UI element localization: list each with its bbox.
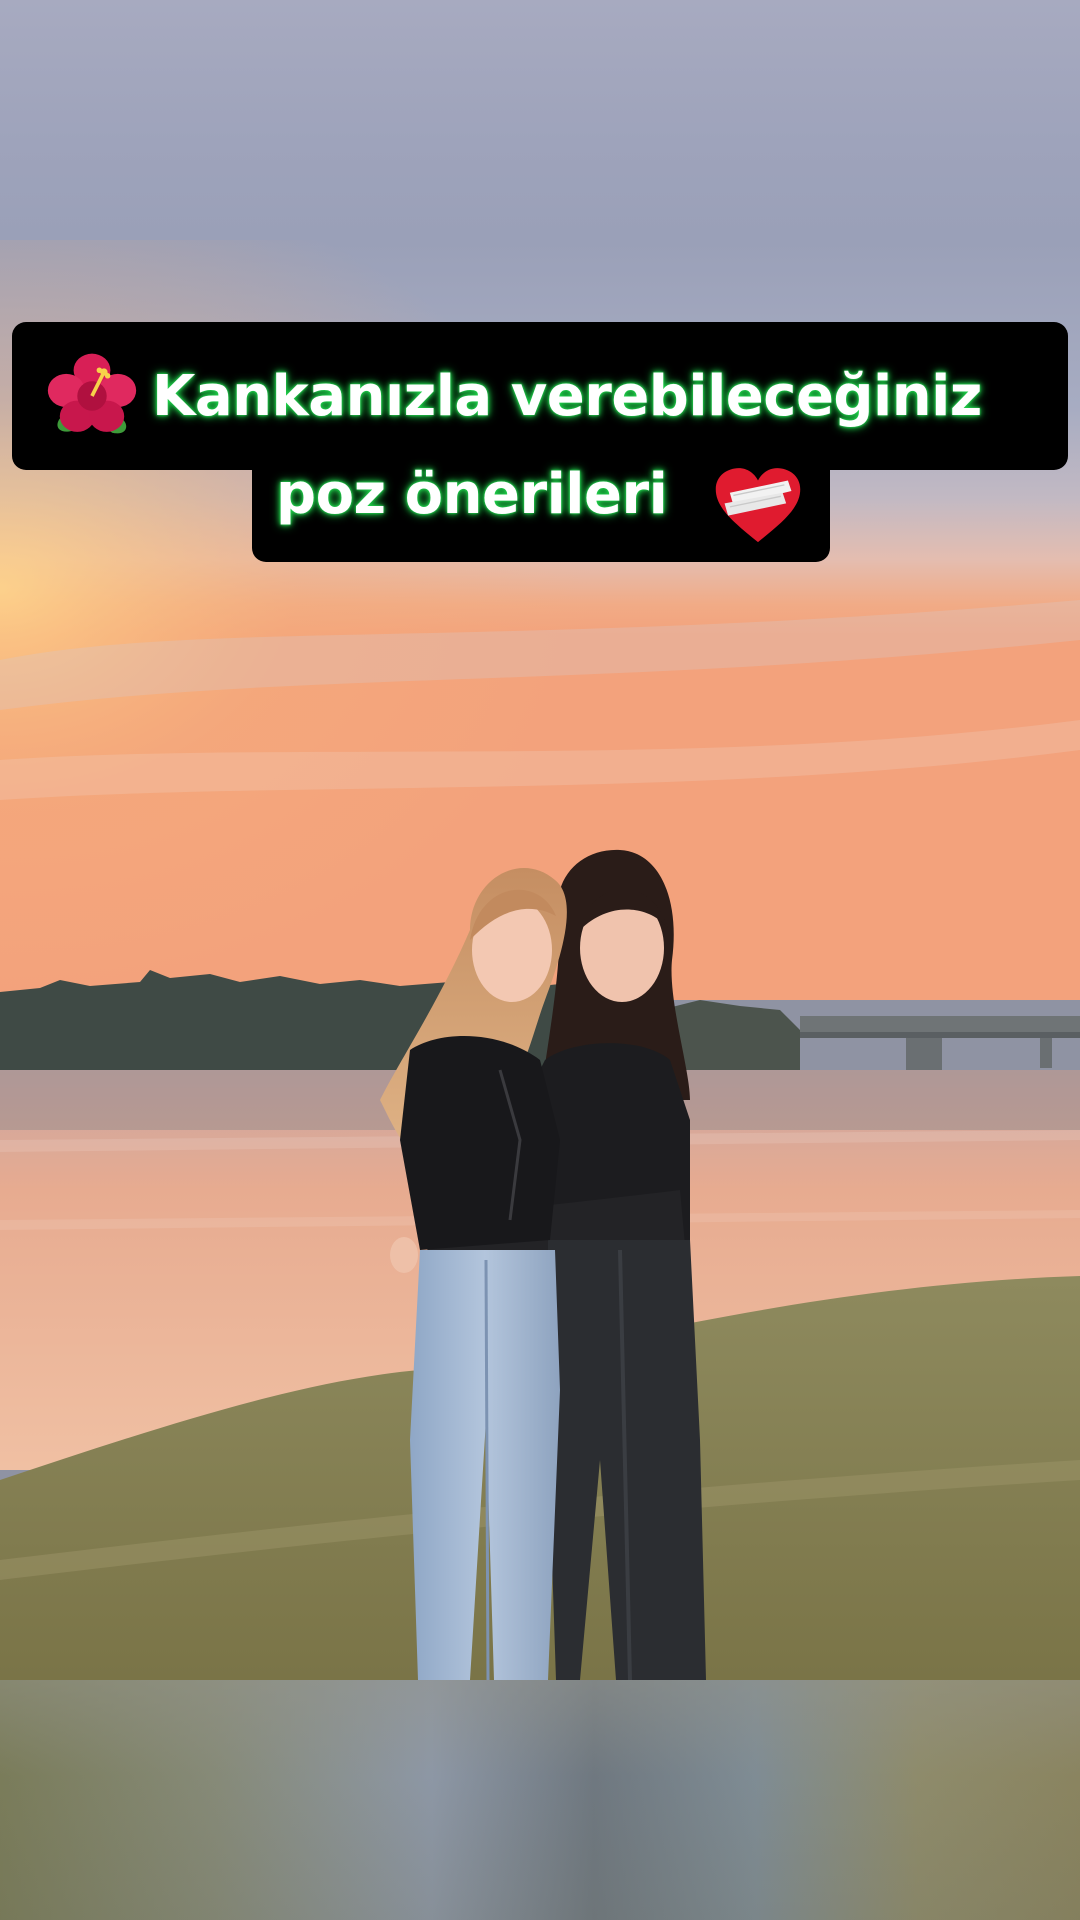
hibiscus-icon	[47, 353, 137, 434]
mending-heart-icon	[715, 468, 801, 543]
caption-line2: poz önerileri	[276, 462, 668, 527]
video-frame: Kankanızla verebileceğiniz poz önerileri	[0, 0, 1080, 1920]
caption-box-line2: poz önerileri	[252, 442, 830, 562]
blurred-background-top	[0, 0, 1080, 240]
caption: Kankanızla verebileceğiniz poz önerileri	[0, 322, 1080, 562]
blurred-background-bottom	[0, 1680, 1080, 1920]
caption-line1: Kankanızla verebileceğiniz	[152, 364, 982, 429]
